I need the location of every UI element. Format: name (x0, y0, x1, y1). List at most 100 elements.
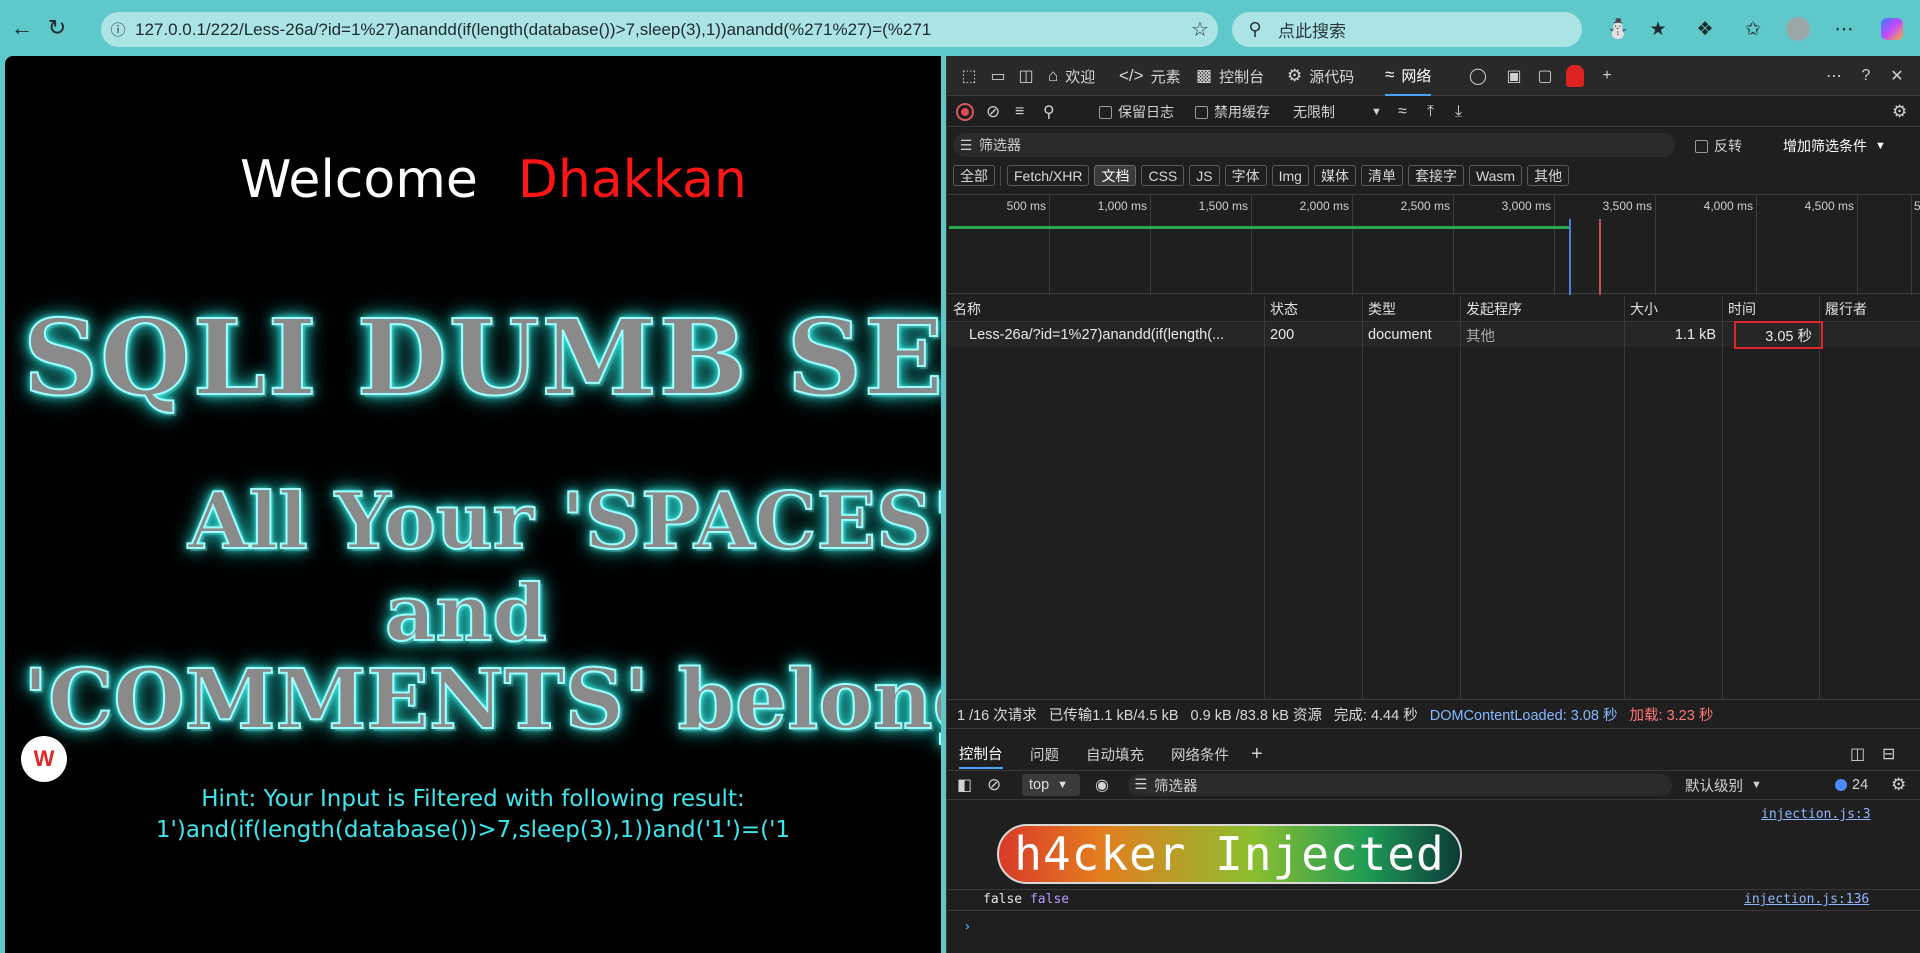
inspect-element-icon[interactable]: ⬚ (957, 65, 981, 87)
extension-monster-icon[interactable]: ⛄ (1603, 14, 1633, 44)
timeline-tick-label: 3,500 ms (1602, 199, 1652, 213)
drawer-tab-console[interactable]: 控制台 (959, 739, 1003, 769)
drawer-tab-network-conditions[interactable]: 网络条件 (1171, 739, 1229, 769)
drawer-tab-autofill[interactable]: 自动填充 (1086, 739, 1144, 769)
timeline-gridline: 1,000 ms (1098, 195, 1151, 295)
live-expression-eye-icon[interactable]: ◉ (1095, 774, 1109, 796)
tab-sources[interactable]: ⚙ 源代码 (1287, 56, 1354, 96)
summary-transferred: 已传输1.1 kB/4.5 kB (1048, 707, 1179, 724)
console-filter-input[interactable]: ☰ 筛选器 (1128, 774, 1672, 796)
clear-log-icon[interactable]: ⊘ (986, 101, 1000, 123)
chip-manifest[interactable]: 清单 (1360, 165, 1403, 186)
column-header-status[interactable]: 状态 (1264, 296, 1362, 322)
column-header-size[interactable]: 大小 (1624, 296, 1722, 322)
drawer-tab-issues[interactable]: 问题 (1030, 739, 1059, 769)
column-header-time[interactable]: 时间 (1722, 296, 1819, 322)
import-har-icon[interactable]: ⤒ (1427, 101, 1434, 123)
timeline-gridline: 2,500 ms (1401, 195, 1454, 295)
filter-toggle-icon[interactable]: ≡ (1015, 101, 1024, 123)
close-devtools-icon[interactable]: ✕ (1885, 65, 1909, 87)
dock-side-icon[interactable]: ◫ (1014, 65, 1038, 87)
help-icon[interactable]: ? (1854, 65, 1878, 87)
column-divider (1264, 296, 1265, 700)
console-settings-gear-icon[interactable]: ⚙ (1891, 774, 1906, 796)
copilot-icon[interactable] (1877, 14, 1907, 44)
request-name-cell[interactable]: Less-26a/?id=1%27)anandd(if(length(... (963, 323, 1263, 347)
summary-load: 加载: 3.23 秒 (1629, 707, 1714, 724)
timeline-gridline: 4,500 ms (1805, 195, 1858, 295)
chip-css[interactable]: CSS (1141, 165, 1185, 186)
clear-console-icon[interactable]: ⊘ (987, 774, 1001, 796)
devtools-more-icon[interactable]: ⋯ (1822, 65, 1846, 87)
performance-icon[interactable]: ◯ (1466, 65, 1490, 87)
column-divider (1362, 296, 1363, 700)
extension-pikachu-icon[interactable]: ★ (1643, 14, 1673, 44)
extensions-puzzle-icon[interactable]: ❖ (1690, 14, 1720, 44)
device-emulation-icon[interactable]: ▭ (986, 65, 1010, 87)
message-count-badge[interactable]: 24 (1835, 774, 1868, 796)
search-network-icon[interactable]: ⚲ (1043, 101, 1055, 123)
wps-floating-icon[interactable]: W (21, 736, 67, 782)
disable-cache-checkbox[interactable]: 禁用缓存 (1195, 101, 1270, 123)
request-initiator-cell: 其他 (1466, 328, 1495, 345)
chip-media[interactable]: 媒体 (1313, 165, 1356, 186)
timeline-tick-label: 4,000 ms (1703, 199, 1753, 213)
tab-welcome[interactable]: ⌂ 欢迎 (1048, 56, 1095, 96)
add-filter-dropdown[interactable]: 增加筛选条件 ▼ (1783, 136, 1886, 156)
url-text[interactable]: 127.0.0.1/222/Less-26a/?id=1%27)anandd(i… (135, 20, 1182, 40)
network-settings-gear-icon[interactable]: ⚙ (1892, 101, 1907, 123)
source-link-injection-136[interactable]: injection.js:136 (1744, 892, 1869, 907)
address-bar[interactable]: ⓘ 127.0.0.1/222/Less-26a/?id=1%27)anandd… (101, 12, 1218, 47)
tab-network[interactable]: ≈ 网络 (1385, 56, 1432, 96)
chip-document[interactable]: 文档 (1094, 165, 1137, 186)
favorites-icon[interactable]: ✩ (1738, 14, 1768, 44)
profile-avatar-icon[interactable] (1783, 14, 1813, 44)
chip-websocket[interactable]: 套接字 (1407, 165, 1464, 186)
search-box[interactable]: ⚲ 点此搜索 (1232, 12, 1582, 47)
chip-img[interactable]: Img (1271, 165, 1309, 186)
console-sidebar-icon[interactable]: ◧ (957, 774, 972, 796)
banner-line-1: SQLI DUMB SERIES (22, 295, 941, 420)
refresh-icon[interactable]: ↻ (41, 12, 73, 44)
tab-elements[interactable]: </> 元素 (1119, 56, 1181, 96)
drawer-dock-icon[interactable]: ◫ (1850, 739, 1865, 769)
more-menu-icon[interactable]: ⋯ (1829, 14, 1859, 44)
throttle-select[interactable]: 无限制 ▼ (1293, 101, 1382, 123)
memory-chip-icon[interactable]: ▣ (1502, 65, 1526, 87)
add-drawer-tab-icon[interactable]: + (1251, 739, 1263, 769)
column-header-fulfilled-by[interactable]: 履行者 (1819, 296, 1920, 322)
network-filter-input[interactable]: ☰ 筛选器 (953, 133, 1675, 157)
favorite-star-icon[interactable]: ☆ (1182, 17, 1218, 42)
record-stop-icon[interactable] (956, 101, 974, 123)
preserve-log-checkbox[interactable]: 保留日志 (1099, 101, 1174, 123)
add-tab-icon[interactable]: + (1595, 65, 1619, 87)
application-icon[interactable]: ▢ (1533, 65, 1557, 87)
site-info-icon[interactable]: ⓘ (101, 19, 135, 40)
column-header-initiator[interactable]: 发起程序 (1460, 296, 1624, 322)
close-drawer-icon[interactable]: ⊟ (1882, 739, 1895, 769)
context-selector[interactable]: top ▼ (1022, 774, 1080, 796)
network-conditions-icon[interactable]: ≈ (1398, 101, 1407, 123)
column-header-type[interactable]: 类型 (1362, 296, 1460, 322)
back-arrow-icon[interactable]: ← (6, 12, 38, 44)
tab-sources-label: 源代码 (1309, 68, 1355, 86)
console-prompt[interactable]: › (963, 919, 971, 935)
export-har-icon[interactable]: ⤓ (1455, 101, 1462, 123)
extension-among-us-icon[interactable] (1563, 65, 1587, 87)
tab-console[interactable]: ▩ 控制台 (1196, 56, 1264, 96)
chip-fetch-xhr[interactable]: Fetch/XHR (1007, 165, 1090, 186)
chip-font[interactable]: 字体 (1224, 165, 1267, 186)
false-value-1: false (983, 892, 1023, 907)
chip-all[interactable]: 全部 (953, 165, 995, 186)
source-link-injection-3[interactable]: injection.js:3 (1761, 807, 1871, 822)
column-header-name[interactable]: 名称 (947, 296, 1264, 322)
chip-js[interactable]: JS (1189, 165, 1220, 186)
network-timeline-overview[interactable]: 500 ms 1,000 ms 1,500 ms 2,000 ms 2,500 … (947, 194, 1920, 295)
welcome-name: Dhakkan (517, 150, 747, 210)
chip-other[interactable]: 其他 (1527, 165, 1570, 186)
log-level-dropdown[interactable]: 默认级别 ▼ (1685, 774, 1762, 796)
invert-checkbox[interactable]: 反转 (1695, 136, 1742, 156)
request-status-cell: 200 (1270, 327, 1295, 343)
chip-wasm[interactable]: Wasm (1468, 165, 1523, 186)
code-icon: </> (1119, 66, 1144, 85)
